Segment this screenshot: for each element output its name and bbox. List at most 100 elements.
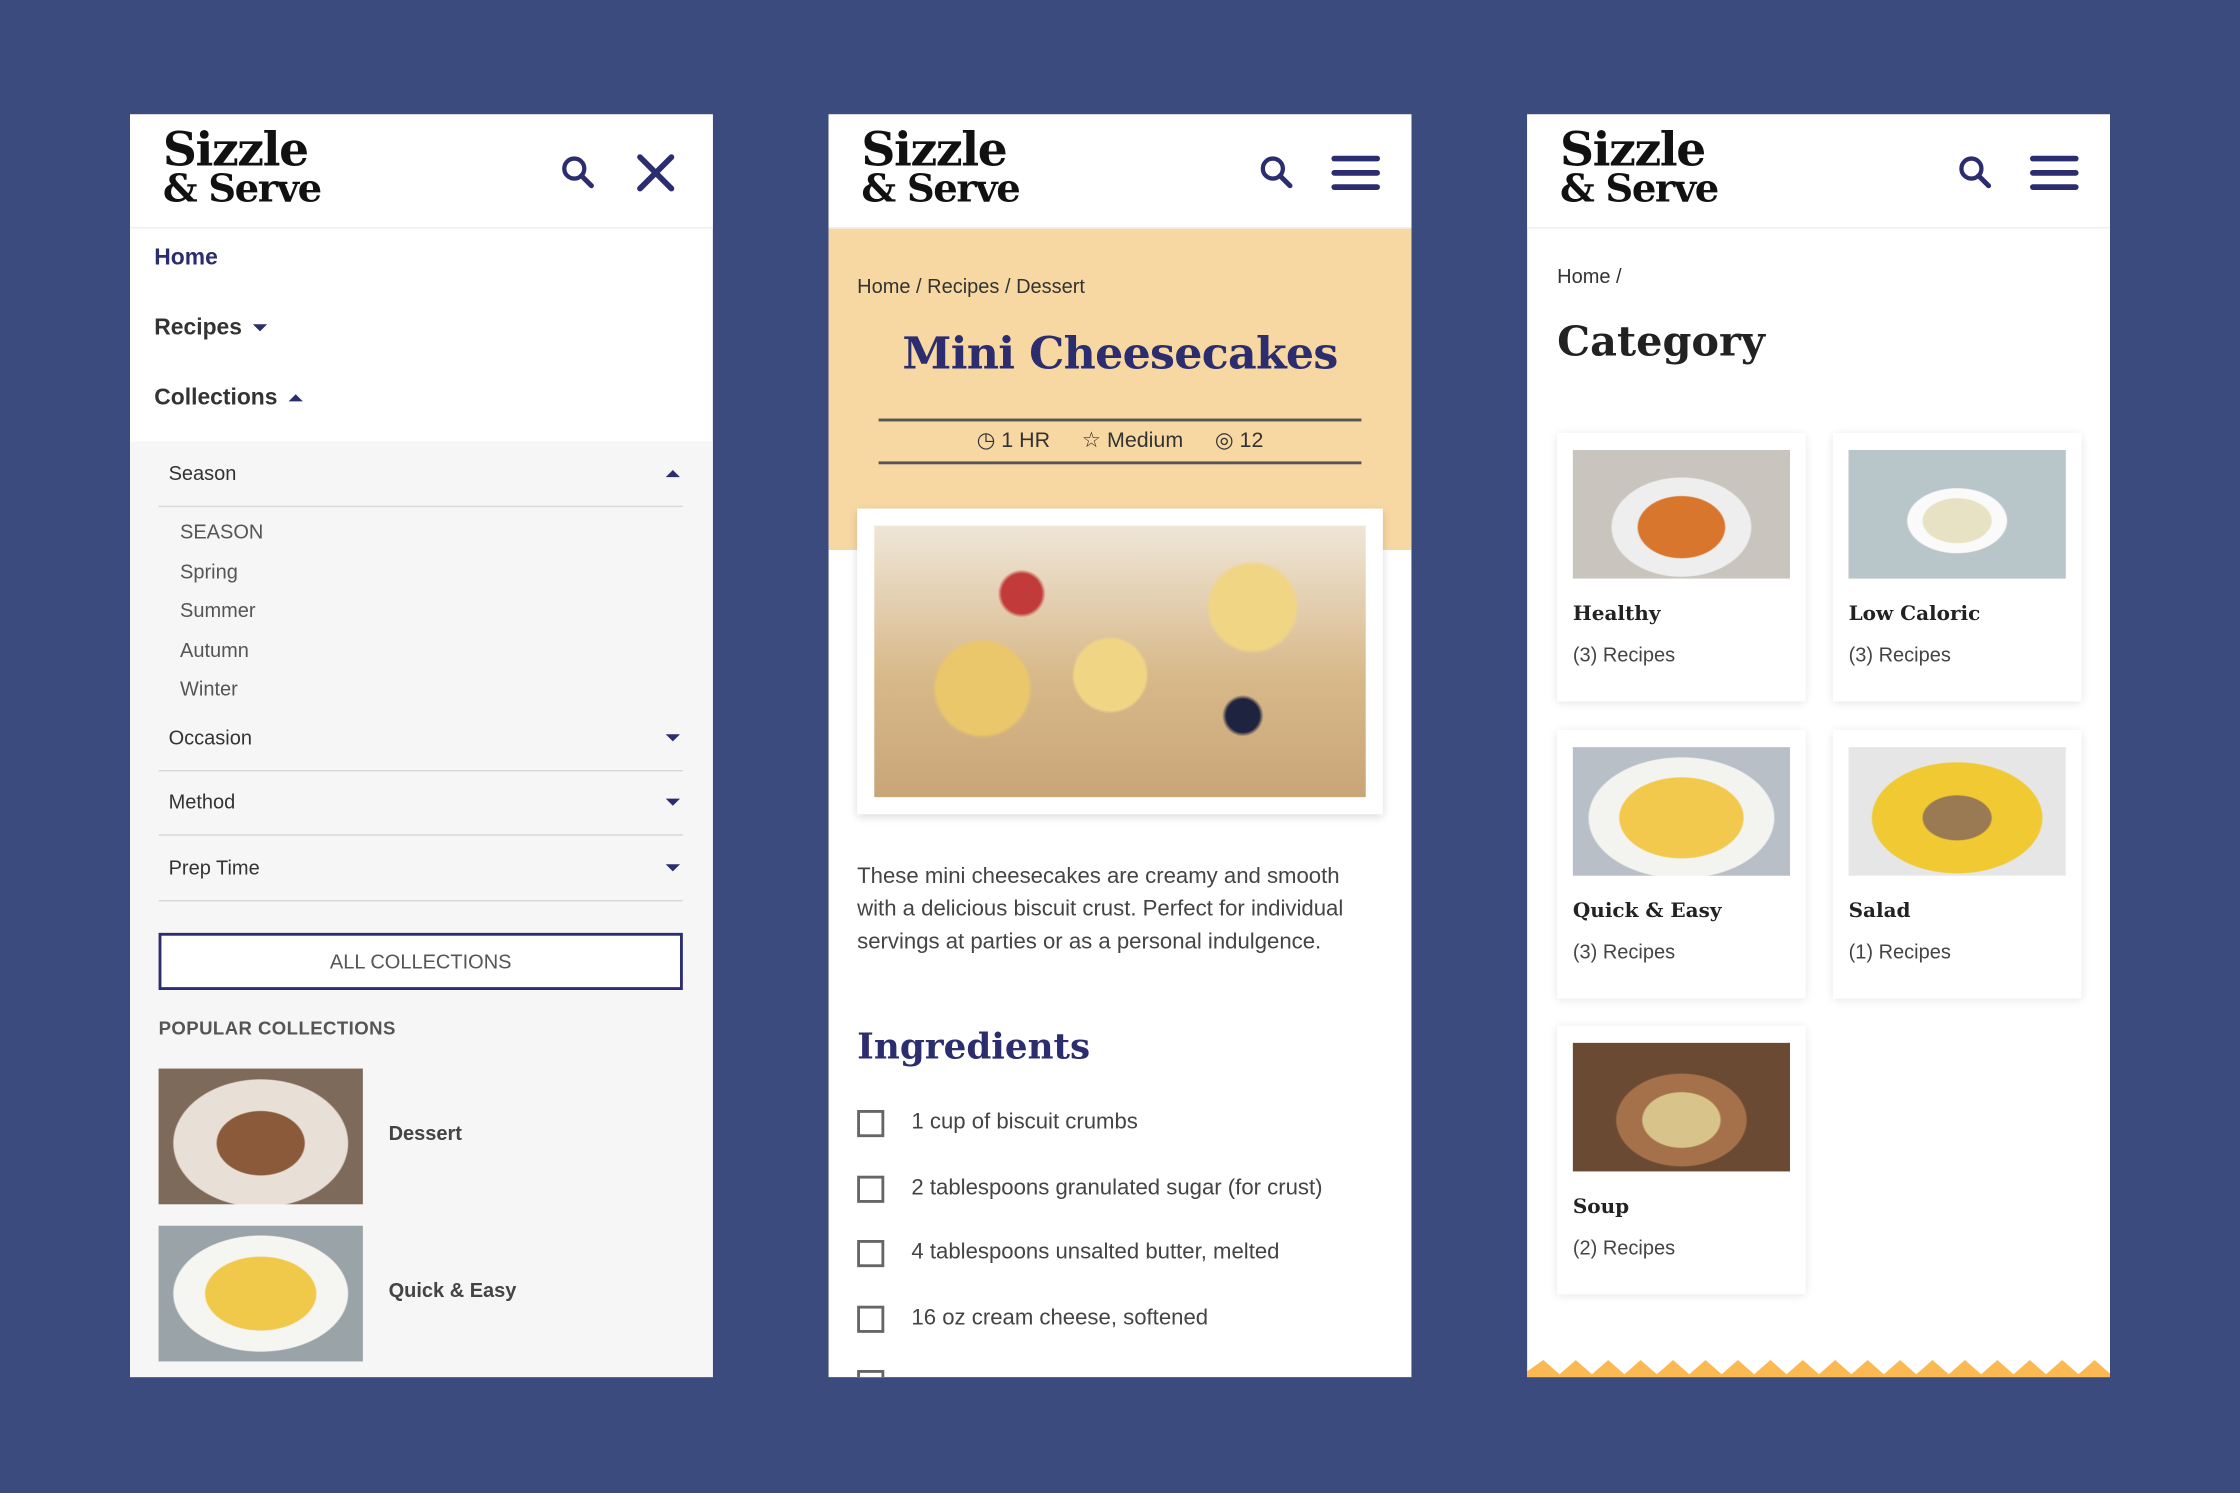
search-icon[interactable] bbox=[1259, 154, 1296, 191]
card-title: Healthy bbox=[1572, 602, 1661, 626]
low-caloric-image bbox=[1848, 449, 2066, 579]
recipe-meta: ◷ 1 HR ☆ Medium ◎ 12 bbox=[829, 427, 1412, 453]
accordion-label: Season bbox=[168, 461, 237, 485]
card-count: (3) Recipes bbox=[1572, 642, 1676, 666]
time-value: 1 HR bbox=[1001, 428, 1051, 453]
nav-home-label: Home bbox=[154, 245, 218, 270]
hamburger-menu-icon[interactable] bbox=[2029, 154, 2080, 191]
healthy-image bbox=[1572, 449, 1790, 579]
quick-easy-image bbox=[1572, 747, 1790, 876]
category-card-quick-easy[interactable]: Quick & Easy (3) Recipes bbox=[1557, 729, 1806, 999]
category-card-low-caloric[interactable]: Low Caloric (3) Recipes bbox=[1832, 432, 2082, 702]
season-autumn[interactable]: Autumn bbox=[180, 639, 249, 662]
checkbox[interactable] bbox=[857, 1175, 885, 1203]
logo-line1: Sizzle bbox=[861, 121, 1007, 178]
popular-quick-easy-link[interactable]: Quick & Easy bbox=[389, 1279, 517, 1302]
recipe-image-card bbox=[857, 508, 1383, 815]
ingredient-text: 4 tablespoons unsalted butter, melted bbox=[911, 1239, 1280, 1265]
hamburger-menu-icon[interactable] bbox=[1330, 154, 1381, 191]
close-icon[interactable] bbox=[636, 153, 676, 193]
clock-icon: ◷ bbox=[976, 428, 996, 453]
divider bbox=[878, 461, 1362, 465]
page-title: Mini Cheesecakes bbox=[902, 328, 1338, 380]
logo-line2: & Serve bbox=[162, 167, 322, 212]
popular-collections-heading: POPULAR COLLECTIONS bbox=[158, 1017, 396, 1039]
ingredient-text: 2 tablespoons granulated sugar (for crus… bbox=[911, 1175, 1323, 1200]
star-icon: ☆ bbox=[1081, 428, 1102, 453]
recipe-panel: Sizzle & Serve Home / Recipes / Dessert M… bbox=[828, 114, 1412, 1378]
category-card-salad[interactable]: Salad (1) Recipes bbox=[1832, 729, 2082, 999]
accordion-prep-time[interactable]: Prep Time bbox=[158, 836, 683, 902]
servings-value: 12 bbox=[1239, 428, 1264, 453]
card-title: Salad bbox=[1848, 899, 1911, 923]
nav-collections[interactable]: Collections bbox=[154, 385, 304, 412]
season-winter[interactable]: Winter bbox=[180, 677, 238, 700]
card-title: Soup bbox=[1572, 1195, 1630, 1219]
all-collections-button[interactable]: ALL COLLECTIONS bbox=[158, 932, 683, 990]
caret-up-icon bbox=[288, 394, 304, 402]
nav-recipes-label: Recipes bbox=[154, 315, 242, 340]
breadcrumb[interactable]: Home / Recipes / Dessert bbox=[857, 274, 1085, 297]
difficulty-value: Medium bbox=[1106, 428, 1184, 453]
caret-down-icon bbox=[665, 798, 680, 806]
checkbox[interactable] bbox=[857, 1239, 885, 1268]
checkbox[interactable] bbox=[857, 1305, 885, 1333]
accordion-method[interactable]: Method bbox=[158, 770, 683, 836]
dessert-image[interactable] bbox=[158, 1068, 363, 1205]
salad-image bbox=[1848, 747, 2066, 876]
logo[interactable]: Sizzle & Serve bbox=[861, 121, 1020, 212]
logo-line1: Sizzle bbox=[1559, 121, 1706, 178]
divider bbox=[878, 418, 1362, 422]
caret-down-icon bbox=[665, 864, 680, 872]
ingredient-text: 1 cup of biscuit crumbs bbox=[911, 1109, 1138, 1135]
card-count: (1) Recipes bbox=[1848, 939, 1951, 963]
logo[interactable]: Sizzle & Serve bbox=[162, 121, 322, 212]
mini-cheesecakes-image bbox=[874, 525, 1366, 798]
recipe-description: These mini cheesecakes are creamy and sm… bbox=[857, 864, 1344, 955]
card-count: (3) Recipes bbox=[1848, 642, 1951, 666]
season-spring[interactable]: Spring bbox=[180, 560, 238, 583]
season-summer[interactable]: Summer bbox=[180, 599, 256, 622]
logo-line2: & Serve bbox=[1559, 167, 1719, 212]
breadcrumb[interactable]: Home / bbox=[1557, 264, 1621, 287]
checkbox[interactable] bbox=[857, 1369, 885, 1378]
accordion-label: Method bbox=[168, 789, 236, 813]
nav-recipes[interactable]: Recipes bbox=[154, 315, 268, 342]
checkbox[interactable] bbox=[857, 1109, 885, 1138]
season-heading: SEASON bbox=[179, 519, 264, 543]
card-count: (3) Recipes bbox=[1572, 939, 1676, 963]
menu-panel: Sizzle & Serve Home Recipes Collections S… bbox=[129, 114, 713, 1378]
time: ◷ 1 HR bbox=[977, 429, 1051, 453]
header: Sizzle & Serve bbox=[129, 114, 713, 229]
caret-down-icon bbox=[665, 734, 680, 742]
ingredient-text: 16 oz cream cheese, softened bbox=[911, 1305, 1209, 1330]
accordion-label: Prep Time bbox=[168, 855, 260, 879]
soup-image bbox=[1572, 1042, 1790, 1172]
category-card-healthy[interactable]: Healthy (3) Recipes bbox=[1557, 432, 1806, 702]
caret-up-icon bbox=[665, 469, 680, 478]
zigzag-border bbox=[1527, 1359, 2110, 1378]
quick-easy-image[interactable] bbox=[158, 1225, 363, 1362]
card-title: Low Caloric bbox=[1848, 602, 1981, 626]
search-icon[interactable] bbox=[1957, 154, 1994, 191]
accordion-season[interactable]: Season bbox=[158, 441, 683, 508]
category-card-soup[interactable]: Soup (2) Recipes bbox=[1557, 1025, 1806, 1295]
logo[interactable]: Sizzle & Serve bbox=[1559, 121, 1719, 212]
logo-line2: & Serve bbox=[861, 167, 1020, 212]
header: Sizzle & Serve bbox=[828, 114, 1412, 229]
card-count: (2) Recipes bbox=[1572, 1235, 1676, 1259]
logo-line1: Sizzle bbox=[162, 121, 309, 178]
category-panel: Sizzle & Serve Home / Category Healthy (3)… bbox=[1527, 114, 2110, 1378]
accordion-occasion[interactable]: Occasion bbox=[158, 706, 683, 772]
header: Sizzle & Serve bbox=[1527, 114, 2110, 229]
caret-down-icon bbox=[253, 324, 268, 332]
popular-dessert-link[interactable]: Dessert bbox=[389, 1121, 462, 1144]
card-title: Quick & Easy bbox=[1572, 899, 1722, 923]
servings: ◎ 12 bbox=[1215, 429, 1264, 453]
page-title: Category bbox=[1557, 317, 1765, 366]
nav-home[interactable]: Home bbox=[154, 246, 218, 272]
nav-collections-label: Collections bbox=[154, 385, 278, 410]
search-icon[interactable] bbox=[560, 154, 597, 191]
ingredients-heading: Ingredients bbox=[857, 1025, 1091, 1068]
accordion-label: Occasion bbox=[168, 725, 252, 749]
